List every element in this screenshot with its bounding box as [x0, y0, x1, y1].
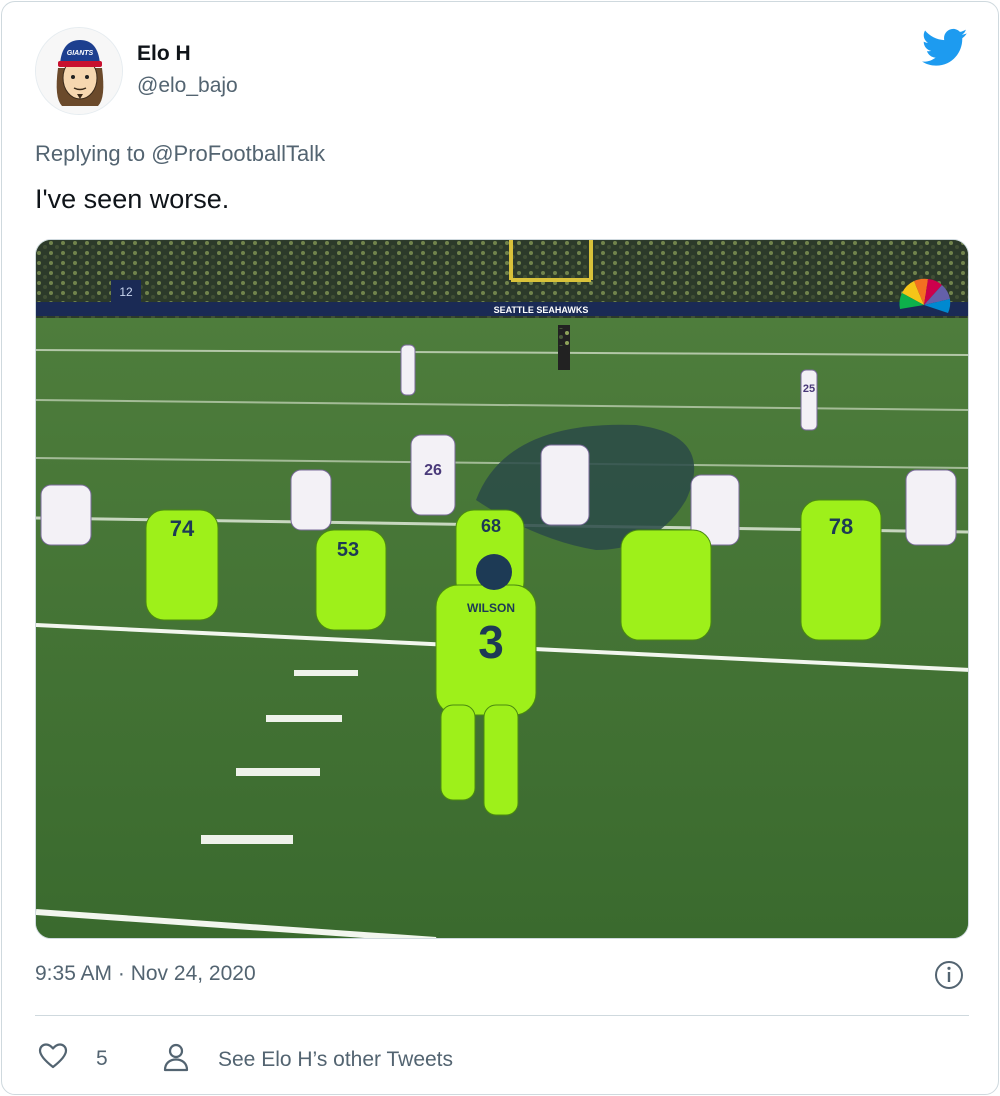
jumbo-number: 12: [119, 285, 133, 299]
quarterback-name: WILSON: [467, 601, 515, 615]
reply-prefix: Replying to: [35, 141, 152, 166]
avatar[interactable]: GIANTS: [35, 27, 123, 115]
avatar-image: GIANTS: [36, 28, 122, 114]
like-count: 5: [96, 1046, 108, 1070]
defense-number-1: 26: [424, 462, 442, 479]
lineman-number-3: 68: [481, 516, 501, 536]
defense-number-2: 25: [803, 383, 815, 395]
author-handle[interactable]: @elo_bajo: [137, 74, 238, 98]
divider: [35, 1015, 969, 1016]
lineman-number-1: 74: [170, 516, 195, 541]
twitter-bird-icon[interactable]: [921, 28, 968, 68]
stadium-sign: SEATTLE SEAHAWKS: [494, 305, 589, 315]
person-icon: [162, 1042, 190, 1077]
tweet-timestamp[interactable]: 9:35 AM · Nov 24, 2020: [35, 962, 256, 986]
lineman-number-2: 53: [337, 539, 359, 561]
avatar-cap-text: GIANTS: [67, 50, 94, 57]
info-icon[interactable]: [933, 959, 965, 991]
like-button[interactable]: 5: [38, 1042, 108, 1075]
author-name[interactable]: Elo H: [137, 42, 191, 66]
quarterback-number: 3: [478, 616, 504, 668]
reply-mention-link[interactable]: @ProFootballTalk: [151, 141, 325, 166]
see-other-tweets-label: See Elo H’s other Tweets: [218, 1047, 454, 1071]
reply-context: Replying to @ProFootballTalk: [35, 141, 325, 167]
tweet-photo[interactable]: SEATTLE SEAHAWKS 12 26 25 74 53 68 78 WI…: [35, 239, 969, 939]
tweet-text: I've seen worse.: [35, 184, 230, 214]
lineman-number-4: 78: [829, 514, 853, 539]
see-other-tweets-link[interactable]: See Elo H’s other Tweets: [162, 1042, 453, 1077]
heart-icon: [38, 1042, 68, 1075]
tweet-card: GIANTS Elo H @elo_bajo Replying to @ProF…: [1, 1, 999, 1095]
